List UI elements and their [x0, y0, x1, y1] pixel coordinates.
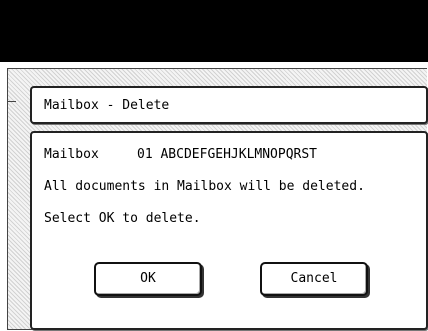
delete-warning-message: All documents in Mailbox will be deleted…: [44, 179, 365, 194]
dialog-title-box: Mailbox - Delete: [30, 86, 428, 124]
cancel-button[interactable]: Cancel: [260, 262, 368, 296]
dialog-screen: Mailbox - Delete Mailbox 01 ABCDEFGEHJKL…: [0, 62, 428, 331]
frame-tick: [8, 101, 16, 102]
dialog-title: Mailbox - Delete: [44, 98, 170, 113]
dialog-content-box: Mailbox 01 ABCDEFGEHJKLMNOPQRST All docu…: [30, 131, 428, 330]
dialog-panel: Mailbox - Delete Mailbox 01 ABCDEFGEHJKL…: [7, 68, 428, 330]
top-black-bar: [0, 0, 428, 62]
delete-instruction-message: Select OK to delete.: [44, 211, 201, 226]
ok-button[interactable]: OK: [94, 262, 202, 296]
mailbox-label: Mailbox: [44, 147, 99, 162]
mailbox-value: 01 ABCDEFGEHJKLMNOPQRST: [137, 147, 318, 162]
